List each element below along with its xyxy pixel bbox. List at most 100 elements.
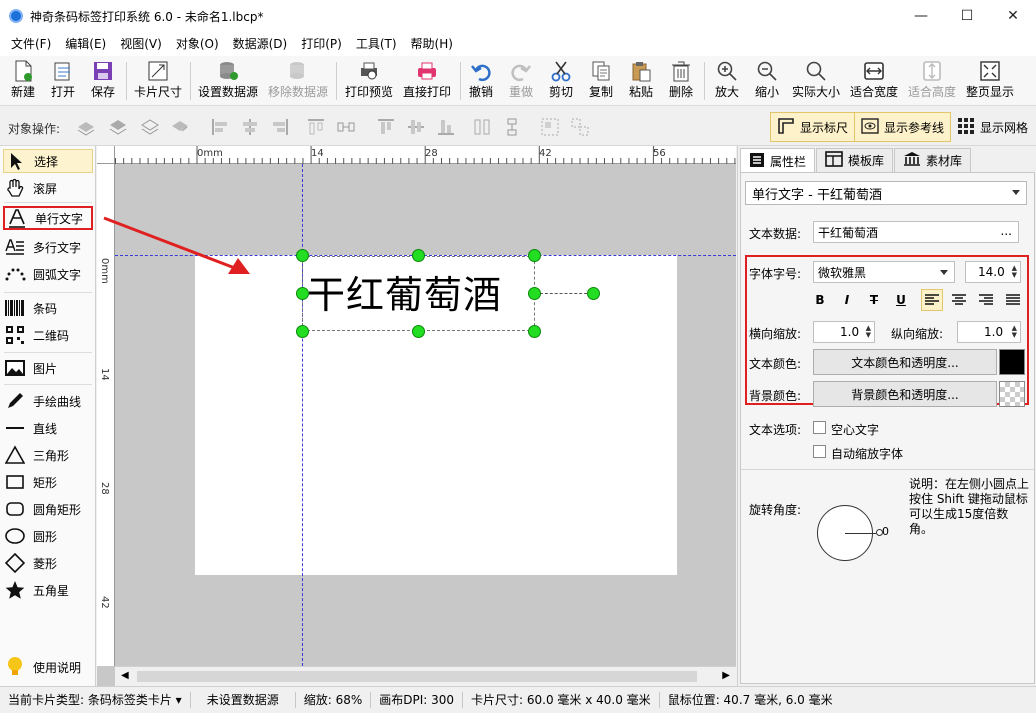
canvas-text-object[interactable]: 干红葡萄酒 — [307, 264, 502, 319]
align-top-edge-icon[interactable] — [376, 117, 396, 137]
card-type-status[interactable]: 当前卡片类型: 条码标签类卡片 ▾ — [0, 692, 191, 708]
tool-scroll[interactable]: 滚屏 — [3, 176, 93, 200]
tool-qrcode[interactable]: 二维码 — [3, 323, 93, 347]
vertical-guide-line[interactable] — [302, 164, 303, 666]
group-icon[interactable] — [540, 117, 560, 137]
remove-datasource-button[interactable]: 移除数据源 — [266, 58, 330, 104]
auto-shrink-checkbox[interactable] — [813, 445, 826, 458]
resize-handle-bottom-left[interactable] — [296, 325, 309, 338]
actual-size-button[interactable]: 实际大小 — [790, 58, 842, 104]
object-selector[interactable]: 单行文字 - 干红葡萄酒 — [745, 181, 1027, 205]
underline-button[interactable]: U — [890, 289, 912, 311]
spinner-arrows-icon[interactable]: ▲ ▼ — [1012, 265, 1017, 279]
italic-button[interactable]: I — [836, 289, 858, 311]
tool-freehand[interactable]: 手绘曲线 — [3, 389, 93, 413]
resize-handle-bottom[interactable] — [412, 325, 425, 338]
text-data-field[interactable]: 干红葡萄酒 ... — [813, 221, 1019, 243]
paste-button[interactable]: 粘贴 — [624, 58, 658, 104]
tool-rounded-rect[interactable]: 圆角矩形 — [3, 497, 93, 521]
same-width-icon[interactable] — [472, 117, 492, 137]
menu-object[interactable]: 对象(O) — [169, 32, 226, 56]
bold-button[interactable]: B — [809, 289, 831, 311]
save-button[interactable]: 保存 — [86, 58, 120, 104]
tool-help[interactable]: 使用说明 — [3, 655, 93, 679]
fit-height-button[interactable]: 适合高度 — [906, 58, 958, 104]
menu-view[interactable]: 视图(V) — [113, 32, 169, 56]
cut-button[interactable]: 剪切 — [544, 58, 578, 104]
tab-properties[interactable]: 属性栏 — [740, 148, 816, 173]
resize-handle-right[interactable] — [528, 287, 541, 300]
background-color-swatch[interactable] — [999, 381, 1025, 407]
vertical-scale-spinner[interactable]: 1.0 ▲ ▼ — [957, 321, 1021, 343]
rotation-handle[interactable] — [587, 287, 600, 300]
distribute-horizontal-icon[interactable] — [336, 117, 356, 137]
align-right-icon[interactable] — [270, 117, 290, 137]
hollow-text-checkbox[interactable] — [813, 421, 826, 434]
maximize-button[interactable]: ☐ — [944, 0, 990, 32]
delete-button[interactable]: 删除 — [664, 58, 698, 104]
undo-button[interactable]: 撤销 — [464, 58, 498, 104]
distribute-vertical-icon[interactable] — [502, 117, 522, 137]
resize-handle-top-right[interactable] — [528, 249, 541, 262]
scrollbar-thumb[interactable] — [137, 671, 697, 682]
text-color-button[interactable]: 文本颜色和透明度... — [813, 349, 997, 375]
minimize-button[interactable]: — — [898, 0, 944, 32]
tool-select[interactable]: 选择 — [3, 149, 93, 173]
menu-help[interactable]: 帮助(H) — [404, 32, 460, 56]
align-top-icon[interactable] — [306, 117, 326, 137]
tab-templates[interactable]: 模板库 — [816, 148, 894, 172]
zoom-in-button[interactable]: 放大 — [710, 58, 744, 104]
spinner-arrows-icon[interactable]: ▲ ▼ — [1012, 325, 1017, 339]
align-center-button[interactable] — [948, 289, 970, 311]
send-to-back-icon[interactable] — [108, 117, 128, 137]
tool-diamond[interactable]: 菱形 — [3, 551, 93, 575]
copy-button[interactable]: 复制 — [584, 58, 618, 104]
move-down-icon[interactable] — [170, 117, 190, 137]
tool-triangle[interactable]: 三角形 — [3, 443, 93, 467]
set-datasource-button[interactable]: 设置数据源 — [196, 58, 260, 104]
tool-line[interactable]: 直线 — [3, 416, 93, 440]
print-preview-button[interactable]: 打印预览 — [342, 58, 396, 104]
ungroup-icon[interactable] — [570, 117, 590, 137]
full-page-button[interactable]: 整页显示 — [964, 58, 1016, 104]
align-center-icon[interactable] — [240, 117, 260, 137]
move-up-icon[interactable] — [140, 117, 160, 137]
tool-single-line-text[interactable]: 单行文字 — [3, 206, 93, 230]
menu-file[interactable]: 文件(F) — [4, 32, 58, 56]
spinner-arrows-icon[interactable]: ▲ ▼ — [866, 325, 871, 339]
justify-button[interactable] — [1002, 289, 1024, 311]
resize-handle-bottom-right[interactable] — [528, 325, 541, 338]
align-right-button[interactable] — [975, 289, 997, 311]
edit-text-ellipsis[interactable]: ... — [1001, 224, 1012, 238]
menu-edit[interactable]: 编辑(E) — [58, 32, 113, 56]
resize-handle-top[interactable] — [412, 249, 425, 262]
tool-barcode[interactable]: 条码 — [3, 296, 93, 320]
tool-multi-line-text[interactable]: 多行文字 — [3, 235, 93, 259]
card-size-button[interactable]: 卡片尺寸 — [132, 58, 184, 104]
tool-circle[interactable]: 圆形 — [3, 524, 93, 548]
align-left-icon[interactable] — [210, 117, 230, 137]
tool-star[interactable]: 五角星 — [3, 578, 93, 602]
font-size-spinner[interactable]: 14.0 ▲ ▼ — [965, 261, 1021, 283]
tool-image[interactable]: 图片 — [3, 356, 93, 380]
menu-print[interactable]: 打印(P) — [294, 32, 349, 56]
show-guides-toggle[interactable]: 显示参考线 — [854, 112, 952, 142]
tool-rect[interactable]: 矩形 — [3, 470, 93, 494]
scroll-left-icon[interactable]: ◀ — [121, 670, 129, 681]
show-grid-toggle[interactable]: 显示网格 — [950, 112, 1035, 142]
background-color-button[interactable]: 背景颜色和透明度... — [813, 381, 997, 407]
tool-arc-text[interactable]: 圆弧文字 — [3, 262, 93, 286]
resize-handle-top-left[interactable] — [296, 249, 309, 262]
close-button[interactable]: ✕ — [990, 0, 1036, 32]
zoom-out-button[interactable]: 缩小 — [750, 58, 784, 104]
font-family-select[interactable]: 微软雅黑 — [813, 261, 955, 283]
scroll-right-icon[interactable]: ▶ — [722, 670, 730, 681]
text-color-swatch[interactable] — [999, 349, 1025, 375]
menu-datasource[interactable]: 数据源(D) — [226, 32, 295, 56]
show-ruler-toggle[interactable]: 显示标尺 — [770, 112, 856, 142]
menu-tools[interactable]: 工具(T) — [349, 32, 404, 56]
direct-print-button[interactable]: 直接打印 — [400, 58, 454, 104]
tab-materials[interactable]: 素材库 — [894, 148, 972, 172]
horizontal-scrollbar[interactable]: ◀ ▶ — [115, 666, 736, 686]
align-middle-icon[interactable] — [406, 117, 426, 137]
